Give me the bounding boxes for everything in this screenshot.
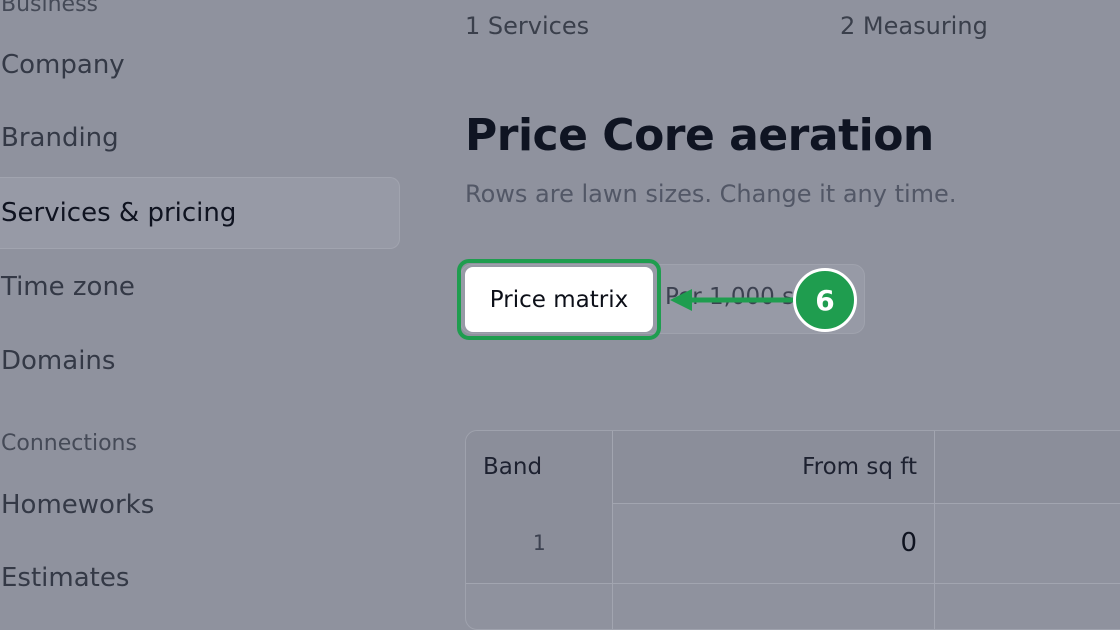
- step-measuring[interactable]: 2 Measuring: [840, 12, 988, 40]
- step-label: Measuring: [862, 12, 988, 40]
- sidebar-item-time-zone[interactable]: Time zone: [0, 251, 400, 323]
- sidebar-item-domains[interactable]: Domains: [0, 325, 400, 397]
- step-services[interactable]: 1 Services: [465, 12, 589, 40]
- sidebar-item-label: Time zone: [1, 272, 135, 302]
- row-divider: [466, 583, 1120, 584]
- sidebar-item-services-pricing[interactable]: Services & pricing: [0, 177, 400, 249]
- sidebar-item-estimates[interactable]: Estimates: [0, 542, 400, 614]
- step-number: 2: [840, 12, 856, 40]
- sidebar-item-label: Estimates: [1, 563, 130, 593]
- sidebar-item-label: Services & pricing: [1, 198, 237, 228]
- price-matrix-table: Band From sq ft 1 0: [465, 430, 1120, 630]
- column-header-price: [934, 431, 1120, 503]
- sidebar-group-business: Business: [1, 0, 99, 17]
- sidebar-item-label: Domains: [1, 346, 116, 376]
- callout-arrow-icon: [670, 289, 798, 311]
- from-sq-ft-input[interactable]: 0: [613, 503, 934, 583]
- sidebar-group-connections: Connections: [1, 431, 137, 456]
- sidebar-item-branding[interactable]: Branding: [0, 102, 400, 174]
- page-subtitle: Rows are lawn sizes. Change it any time.: [465, 180, 957, 208]
- settings-sidebar: Business Company Branding Services & pri…: [0, 0, 410, 600]
- step-label: Services: [487, 12, 590, 40]
- column-header-from-sq-ft: From sq ft: [612, 431, 934, 503]
- sidebar-item-company[interactable]: Company: [0, 29, 400, 101]
- sidebar-item-label: Branding: [1, 123, 119, 153]
- sidebar-item-homeworks[interactable]: Homeworks: [0, 469, 400, 541]
- tab-price-matrix[interactable]: Price matrix: [465, 267, 653, 332]
- column-header-band: Band: [466, 431, 612, 503]
- page-title: Price Core aeration: [465, 110, 934, 161]
- sidebar-item-label: Homeworks: [1, 490, 155, 520]
- step-callout-badge: 6: [793, 268, 857, 332]
- sidebar-item-label: Company: [1, 50, 125, 80]
- price-input[interactable]: [935, 503, 1120, 583]
- step-number: 1: [465, 12, 481, 40]
- band-cell: 1: [466, 503, 612, 583]
